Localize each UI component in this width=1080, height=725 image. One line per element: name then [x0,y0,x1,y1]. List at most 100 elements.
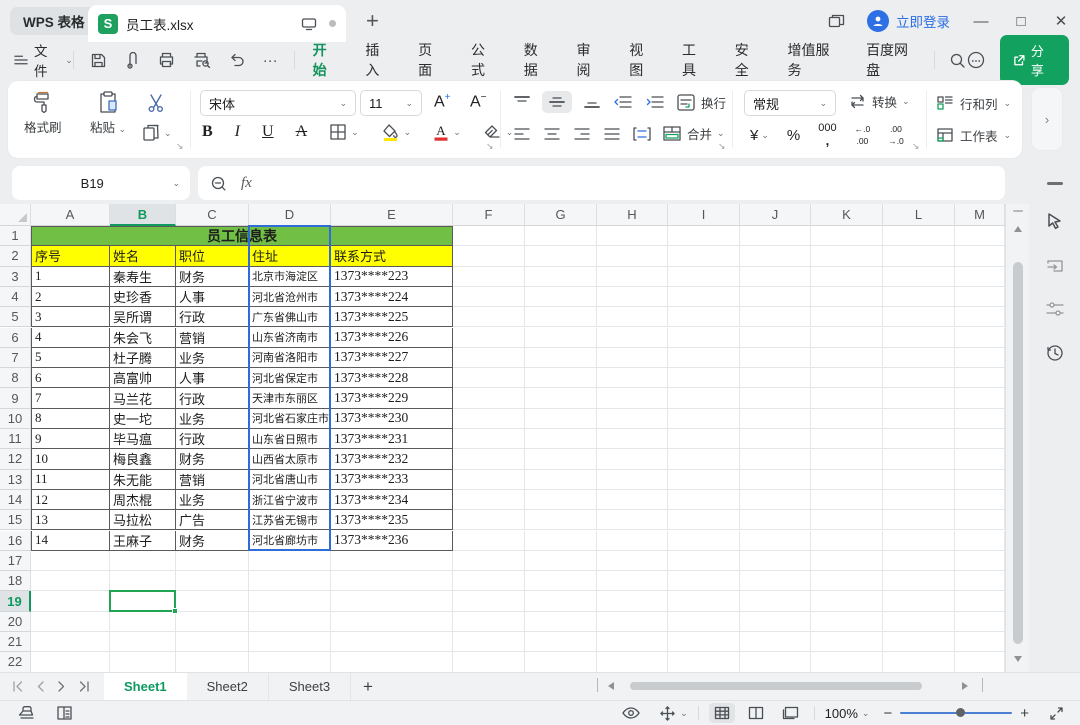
page-break-view-icon[interactable] [743,703,769,723]
cell-B19[interactable] [110,591,176,612]
cell-L15[interactable] [883,510,955,531]
cell-L2[interactable] [883,246,955,267]
cell-E21[interactable] [331,632,453,653]
increase-indent-icon[interactable] [644,94,666,110]
cell-I17[interactable] [668,550,740,572]
cell-F19[interactable] [453,591,525,612]
cell-K20[interactable] [811,611,883,632]
cell-E7[interactable]: 1373****227 [331,347,453,369]
decrease-indent-icon[interactable] [612,94,634,110]
cell-K11[interactable] [811,429,883,450]
cell-G11[interactable] [525,429,597,450]
cell-B5[interactable]: 吴所谓 [110,307,176,328]
column-header-D[interactable]: D [249,204,331,226]
cell-A9[interactable]: 7 [31,388,110,409]
cell-I5[interactable] [668,307,740,328]
cell-B20[interactable] [110,611,176,632]
tab-value-services[interactable]: 增值服务 [788,34,840,86]
row-header-4[interactable]: 4 [0,286,31,308]
normal-view-icon[interactable] [708,703,735,723]
cell-K3[interactable] [811,266,883,287]
cell-I19[interactable] [668,591,740,612]
cell-M13[interactable] [955,469,1005,490]
login-button[interactable]: 立即登录 [867,10,950,32]
scroll-up-arrow[interactable] [1014,226,1022,232]
cell-K8[interactable] [811,368,883,389]
cell-C18[interactable] [176,571,249,592]
strikethrough-button[interactable]: A [296,123,308,141]
cell-A2[interactable]: 序号 [31,246,110,267]
bold-button[interactable]: B [202,123,213,141]
cell-G13[interactable] [525,469,597,490]
close-button[interactable]: ✕ [1052,12,1070,30]
cell-F7[interactable] [453,347,525,369]
column-header-C[interactable]: C [176,204,249,226]
cell-G15[interactable] [525,510,597,531]
sheet-tab-sheet1[interactable]: Sheet1 [104,672,187,701]
vertical-scroll-thumb[interactable] [1013,262,1023,644]
cell-M17[interactable] [955,550,1005,572]
number-dialog-launcher-icon[interactable]: ↘ [912,141,920,152]
cell-D15[interactable]: 江苏省无锡市 [249,510,331,531]
name-box[interactable]: B19 ⌄ [12,166,190,200]
cell-K2[interactable] [811,246,883,267]
column-header-A[interactable]: A [31,204,110,226]
cell-C21[interactable] [176,632,249,653]
cell-H19[interactable] [597,591,668,612]
cell-C22[interactable] [176,652,249,672]
cell-D16[interactable]: 河北省廊坊市 [249,530,331,551]
cell-L11[interactable] [883,429,955,450]
cell-F8[interactable] [453,368,525,389]
cell-J18[interactable] [740,571,811,592]
cell-E12[interactable]: 1373****232 [331,449,453,470]
first-sheet-icon[interactable] [12,681,24,692]
cell-A16[interactable]: 14 [31,530,110,551]
cell-K6[interactable] [811,327,883,348]
cell-I11[interactable] [668,429,740,450]
horizontal-scroll-thumb[interactable] [630,682,922,690]
select-all-corner[interactable] [0,204,31,226]
cell-H15[interactable] [597,510,668,531]
cell-J1[interactable] [740,226,811,247]
row-header-14[interactable]: 14 [0,489,31,511]
cell-I16[interactable] [668,530,740,551]
cell-B7[interactable]: 杜子腾 [110,347,176,369]
zoom-level[interactable]: 100% ⌄ [825,706,870,721]
cell-D9[interactable]: 天津市东丽区 [249,388,331,409]
cell-G2[interactable] [525,246,597,267]
underline-button[interactable]: U [262,123,274,141]
eye-protection-icon[interactable] [621,706,641,720]
cell-M2[interactable] [955,246,1005,267]
zoom-slider-knob[interactable] [956,708,966,717]
cell-L18[interactable] [883,571,955,592]
formula-bar[interactable]: fx [198,166,1005,200]
cell-J6[interactable] [740,327,811,348]
cell-J9[interactable] [740,388,811,409]
column-header-H[interactable]: H [597,204,668,226]
document-tab[interactable]: S 员工表.xlsx [88,5,346,42]
row-header-7[interactable]: 7 [0,347,31,369]
cell-H5[interactable] [597,307,668,328]
cell-C10[interactable]: 业务 [176,408,249,429]
column-header-F[interactable]: F [453,204,525,226]
font-size-select[interactable]: 11 ⌄ [360,90,422,116]
cell-B6[interactable]: 朱会飞 [110,327,176,348]
cell-C14[interactable]: 业务 [176,489,249,511]
cell-K18[interactable] [811,571,883,592]
cell-C5[interactable]: 行政 [176,307,249,328]
number-format-select[interactable]: 常规 ⌄ [744,90,836,116]
cell-F12[interactable] [453,449,525,470]
wrap-text-button[interactable]: 换行 [676,93,726,112]
cell-F13[interactable] [453,469,525,490]
cell-D6[interactable]: 山东省济南市 [249,327,331,348]
sheet-tab-sheet2[interactable]: Sheet2 [187,672,269,701]
cell-G14[interactable] [525,489,597,511]
cell-E4[interactable]: 1373****224 [331,286,453,308]
cell-E14[interactable]: 1373****234 [331,489,453,511]
undo-icon[interactable] [229,53,245,68]
increase-decimal-button[interactable]: ←.0.00 [855,124,871,146]
alignment-dialog-launcher-icon[interactable]: ↘ [718,141,726,152]
cell-D12[interactable]: 山西省太原市 [249,449,331,470]
cell-J3[interactable] [740,266,811,287]
tab-baidu-netdisk[interactable]: 百度网盘 [866,34,918,86]
